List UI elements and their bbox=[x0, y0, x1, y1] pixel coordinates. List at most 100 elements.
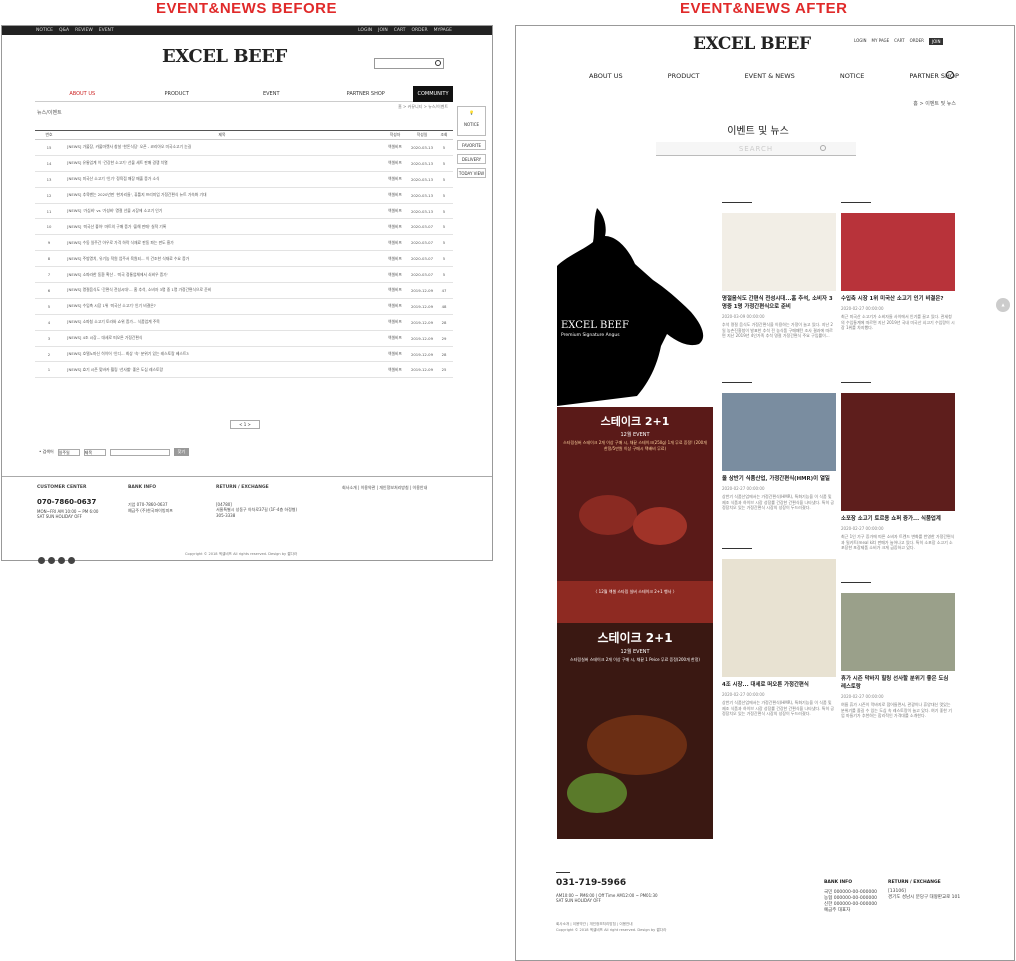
search-button[interactable]: 찾기 bbox=[173, 448, 190, 456]
login-link[interactable]: LOGIN bbox=[358, 28, 372, 33]
keyword-input[interactable] bbox=[109, 448, 170, 456]
table-row[interactable]: 14 [NEWS] 유통업계 이 '건강한 소고기' 선물 세트 판매 경쟁 치열… bbox=[35, 155, 453, 172]
today-view-quick[interactable]: TODAY VIEW bbox=[457, 168, 486, 178]
period-select[interactable]: 일주일 bbox=[57, 448, 80, 456]
row-title[interactable]: [NEWS] 주방명치, 유기농 적원 업주서 육원되... 이 건조한 식재료… bbox=[63, 250, 381, 268]
search-icon[interactable] bbox=[946, 71, 954, 79]
row-title[interactable]: [NEWS] 유통업계 이 '건강한 소고기' 선물 세트 판매 경쟁 치열 bbox=[63, 155, 381, 172]
nav-partner[interactable]: PARTNER SHOP bbox=[319, 91, 414, 97]
cow-sub-label: Premium Signature Angus bbox=[561, 333, 620, 338]
row-title[interactable]: [NEWS] 소파칭 소고기 토라와 쇼위 증가... 식품업계 주목 bbox=[63, 314, 381, 331]
row-title[interactable]: [NEWS] '미국산 좋아' 마트의 구매 증가 '올해 판매' 실적 기록 bbox=[63, 218, 381, 236]
row-title[interactable]: [NEWS] 수동 일주간 아우로 가격 하락 식재료 판동 파는 판도 흥가 bbox=[63, 234, 381, 252]
news-card[interactable]: 명절음식도 간편식 전성시대...홈 추석, 소비자 3명중 1명 가정간편식으… bbox=[722, 202, 836, 339]
row-title[interactable]: [NEWS] 추육밴는 2020년판 '한자리들', 퓨틀지 프리미엄 가정간편… bbox=[63, 187, 381, 204]
sns-icon[interactable] bbox=[58, 557, 65, 564]
event-banner-1[interactable]: 스테이크 2+1 12월 EVENT 스타링실버 스테이크 2개 이상 구매 시… bbox=[557, 407, 713, 623]
join-button[interactable]: JOIN bbox=[928, 38, 944, 45]
row-title[interactable]: [NEWS] 미국산 소고기 '인기' 정육점 매장 매출 증가 소식 bbox=[63, 171, 381, 188]
cart-link[interactable]: CART bbox=[394, 28, 406, 33]
card-title[interactable]: 소포장 소고기 토르용 쇼퍼 증가... 식품업계 bbox=[841, 515, 955, 523]
sns-icon[interactable] bbox=[68, 557, 75, 564]
table-row[interactable]: 13 [NEWS] 미국산 소고기 '인기' 정육점 매장 매출 증가 소식 엑셀비… bbox=[35, 171, 453, 188]
field-select[interactable]: 제목 bbox=[83, 448, 106, 456]
table-row[interactable]: 1 [NEWS] 효기 시즌 맞바카 휠링 '선사할' 좋은 도심 레스토랑 엑셀비… bbox=[35, 361, 453, 379]
table-row[interactable]: 15 [NEWS] 가물장, 카물마켓사 창설 '한돈식당' 오픈 - 코리아오 … bbox=[35, 139, 453, 156]
news-card[interactable]: 수입축 시장 1위 미국산 소고기 인기 비결은? 2020-02-27 00:… bbox=[841, 202, 955, 331]
footer-links[interactable]: 회사소개 | 이용약관 | 개인정보처리방침 | 이용안내 bbox=[342, 485, 427, 491]
order-link[interactable]: ORDER bbox=[412, 28, 428, 33]
sns-icon[interactable] bbox=[48, 557, 55, 564]
row-date: 2020-03-07 bbox=[409, 218, 435, 236]
nav-community[interactable]: COMMUNITY bbox=[413, 85, 453, 102]
row-title[interactable]: [NEWS] 명절음식도 '간편식 전성시대'... 홈 추석, 소비자 3명 … bbox=[63, 282, 381, 299]
table-row[interactable]: 2 [NEWS] 호텔노마신 히이어 '인디... 최상 '숙' 분위기 있는 레… bbox=[35, 346, 453, 363]
scroll-top-button[interactable]: ▲ bbox=[996, 298, 1010, 312]
row-author: 엑셀비프 bbox=[381, 250, 409, 268]
brand-logo[interactable]: EXCEL BEEF bbox=[162, 46, 287, 67]
nav-about[interactable]: ABOUT US bbox=[35, 91, 130, 97]
card-title[interactable]: 수입축 시장 1위 미국산 소고기 인기 비결은? bbox=[841, 295, 955, 303]
nav-event-news[interactable]: EVENT & NEWS bbox=[745, 72, 795, 80]
card-title[interactable]: 휴가 시즌 막바지 힐링 선사할 분위기 좋은 도심 레스토랑 bbox=[841, 675, 955, 691]
join-link[interactable]: JOIN bbox=[378, 28, 388, 33]
table-row[interactable]: 12 [NEWS] 추육밴는 2020년판 '한자리들', 퓨틀지 프리미엄 가정… bbox=[35, 187, 453, 204]
row-date: 2020-03-13 bbox=[409, 139, 435, 156]
mypage-link[interactable]: MYPAGE bbox=[434, 28, 452, 33]
nav-event[interactable]: EVENT bbox=[224, 91, 319, 97]
cart-link[interactable]: CART bbox=[894, 38, 904, 45]
search-input[interactable]: SEARCH bbox=[656, 142, 856, 156]
row-views: 5 bbox=[435, 234, 453, 252]
table-row[interactable]: 9 [NEWS] 수동 일주간 아우로 가격 하락 식재료 판동 파는 판도 흥가… bbox=[35, 234, 453, 252]
row-title[interactable]: [NEWS] 효기 시즌 맞바카 휠링 '선사할' 좋은 도심 레스토랑 bbox=[63, 361, 381, 379]
topbar-link[interactable]: REVIEW bbox=[75, 28, 93, 33]
search-icon[interactable] bbox=[820, 145, 826, 151]
table-row[interactable]: 10 [NEWS] '미국산 좋아' 마트의 구매 증가 '올해 판매' 실적 기… bbox=[35, 218, 453, 236]
news-card[interactable]: 소포장 소고기 토르용 쇼퍼 증가... 식품업계 2020-02-27 00:… bbox=[841, 382, 955, 551]
search-input[interactable] bbox=[374, 58, 444, 69]
news-card[interactable]: 올 상반기 식품산업, 가정간편식(HMR)이 열일 2020-02-27 00… bbox=[722, 382, 836, 511]
nav-product[interactable]: PRODUCT bbox=[668, 72, 700, 80]
nav-notice[interactable]: NOTICE bbox=[840, 72, 865, 80]
row-title[interactable]: [NEWS] 4조 시장... 대세로 떠오른 가정간편식 bbox=[63, 330, 381, 347]
table-row[interactable]: 6 [NEWS] 명절음식도 '간편식 전성시대'... 홈 추석, 소비자 3명… bbox=[35, 282, 453, 299]
brand-logo[interactable]: EXCEL BEEF bbox=[693, 34, 811, 54]
mypage-link[interactable]: MY PAGE bbox=[872, 38, 890, 45]
pagination[interactable]: < 1 > bbox=[230, 420, 260, 429]
table-row[interactable]: 11 [NEWS] '가심비' vs '가성비' 명절 선물 시장에 소고기 인기… bbox=[35, 203, 453, 220]
card-date: 2020-03-09 00:00:00 bbox=[722, 314, 765, 319]
card-title[interactable]: 명절음식도 간편식 전성시대...홈 추석, 소비자 3명중 1명 가정간편식으… bbox=[722, 295, 836, 311]
favorite-quick[interactable]: FAVORITE bbox=[457, 140, 486, 150]
card-title[interactable]: 올 상반기 식품산업, 가정간편식(HMR)이 열일 bbox=[722, 475, 836, 483]
topbar-link[interactable]: EVENT bbox=[99, 28, 114, 33]
table-row[interactable]: 7 [NEWS] 소파라한 동환 확산 - '미국 정통업체에서 쇠비우 증가' 엑… bbox=[35, 266, 453, 284]
event-banner-2[interactable]: 스테이크 2+1 12월 EVENT 스타링실버 스테이크 2개 이상 구매 시… bbox=[557, 623, 713, 839]
topbar-link[interactable]: Q&A bbox=[59, 28, 69, 33]
nav-product[interactable]: PRODUCT bbox=[130, 91, 225, 97]
sns-icon[interactable] bbox=[38, 557, 45, 564]
search-icon[interactable] bbox=[435, 60, 441, 66]
row-title[interactable]: [NEWS] '가심비' vs '가성비' 명절 선물 시장에 소고기 인기 bbox=[63, 203, 381, 220]
row-number: 6 bbox=[35, 282, 63, 299]
table-row[interactable]: 3 [NEWS] 4조 시장... 대세로 떠오른 가정간편식 엑셀비프 2019-1… bbox=[35, 330, 453, 347]
delivery-quick[interactable]: DELIVERY bbox=[457, 154, 486, 164]
card-title[interactable]: 4조 시장... 대세로 떠오른 가정간편식 bbox=[722, 681, 836, 689]
footer-links[interactable]: 회사소개 | 이용약관 | 개인정보처리방침 | 이용안내 bbox=[556, 922, 633, 926]
order-link[interactable]: ORDER bbox=[910, 38, 924, 45]
card-body: 최근 1인 가구 증가에 따른 소비자 트렌드 변화를 반영한 가정간편식과 밀… bbox=[841, 534, 955, 550]
notice-quick[interactable]: 💡 NOTICE bbox=[457, 106, 486, 136]
news-card[interactable]: 4조 시장... 대세로 떠오른 가정간편식 2020-02-27 00:00:… bbox=[722, 548, 836, 717]
row-title[interactable]: [NEWS] 수입축 시장 1위 '미국산 소고기' 인기 비결은? bbox=[63, 298, 381, 315]
table-row[interactable]: 4 [NEWS] 소파칭 소고기 토라와 쇼위 증가... 식품업계 주목 엑셀비프… bbox=[35, 314, 453, 331]
row-title[interactable]: [NEWS] 호텔노마신 히이어 '인디... 최상 '숙' 분위기 있는 레스… bbox=[63, 346, 381, 363]
nav-about[interactable]: ABOUT US bbox=[589, 72, 623, 80]
login-link[interactable]: LOGIN bbox=[854, 38, 867, 45]
row-title[interactable]: [NEWS] 소파라한 동환 확산 - '미국 정통업체에서 쇠비우 증가' bbox=[63, 266, 381, 284]
card-date: 2020-02-27 00:00:00 bbox=[722, 486, 765, 491]
table-row[interactable]: 5 [NEWS] 수입축 시장 1위 '미국산 소고기' 인기 비결은? 엑셀비프 2… bbox=[35, 298, 453, 315]
row-author: 엑셀비프 bbox=[381, 298, 409, 315]
news-card[interactable]: 휴가 시즌 막바지 힐링 선사할 분위기 좋은 도심 레스토랑 2020-02-… bbox=[841, 582, 955, 719]
topbar-link[interactable]: NOTICE bbox=[36, 28, 53, 33]
row-title[interactable]: [NEWS] 가물장, 카물마켓사 창설 '한돈식당' 오픈 - 코리아오 미국… bbox=[63, 139, 381, 156]
table-row[interactable]: 8 [NEWS] 주방명치, 유기농 적원 업주서 육원되... 이 건조한 식재… bbox=[35, 250, 453, 268]
